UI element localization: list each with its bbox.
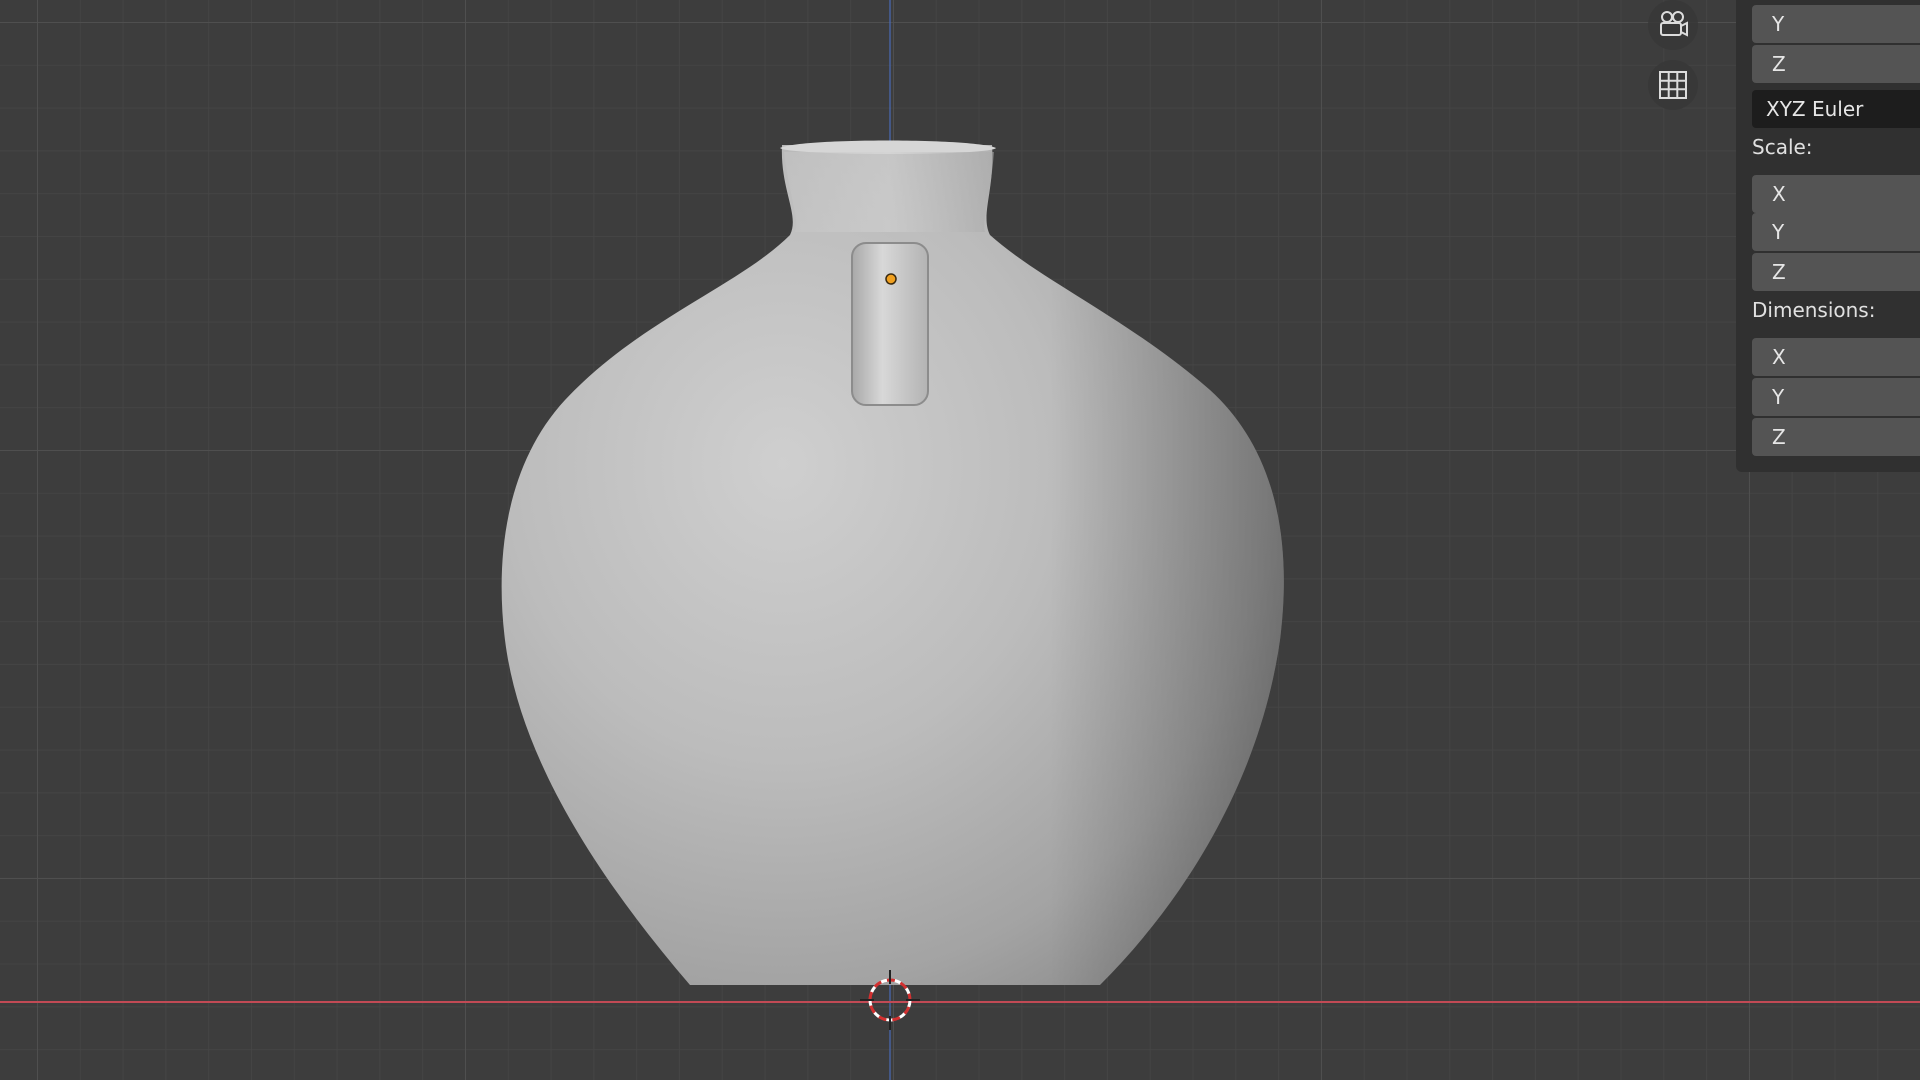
dimensions-y-field[interactable]: Y	[1752, 378, 1920, 416]
scale-y-label: Y	[1772, 220, 1785, 244]
scale-z-field[interactable]: Z	[1752, 253, 1920, 291]
rotation-mode-dropdown[interactable]: XYZ Euler	[1752, 90, 1920, 128]
scale-section-title: Scale:	[1752, 135, 1813, 159]
dimensions-y-label: Y	[1772, 385, 1785, 409]
scene-render[interactable]	[0, 0, 1920, 1080]
dimensions-x-field[interactable]: X	[1752, 338, 1920, 376]
camera-view-icon	[1660, 11, 1688, 37]
vase-rim	[780, 140, 996, 154]
3d-viewport[interactable]: Y Z XYZ Euler Scale: X Y Z Dimensions: X…	[0, 0, 1920, 1080]
rotation-mode-value: XYZ Euler	[1766, 97, 1864, 121]
vase-handle[interactable]	[851, 242, 929, 406]
transform-sidebar: Y Z XYZ Euler Scale: X Y Z Dimensions: X…	[1736, 0, 1920, 472]
rotation-z-field[interactable]: Z	[1752, 45, 1920, 83]
vase-neck	[784, 152, 994, 232]
rotation-z-label: Z	[1772, 52, 1786, 76]
dimensions-z-label: Z	[1772, 425, 1786, 449]
origin-point-icon[interactable]	[885, 273, 897, 285]
scale-z-label: Z	[1772, 260, 1786, 284]
dimensions-x-label: X	[1772, 345, 1786, 369]
rotation-y-field[interactable]: Y	[1752, 5, 1920, 43]
scale-y-field[interactable]: Y	[1752, 213, 1920, 251]
dimensions-section-title: Dimensions:	[1752, 298, 1876, 322]
camera-view-button[interactable]	[1648, 0, 1698, 50]
rotation-y-label: Y	[1772, 12, 1785, 36]
dimensions-z-field[interactable]: Z	[1752, 418, 1920, 456]
scale-x-field[interactable]: X	[1752, 175, 1920, 213]
ortho-grid-icon	[1659, 71, 1687, 99]
scale-x-label: X	[1772, 182, 1786, 206]
toggle-ortho-grid-button[interactable]	[1648, 60, 1698, 110]
